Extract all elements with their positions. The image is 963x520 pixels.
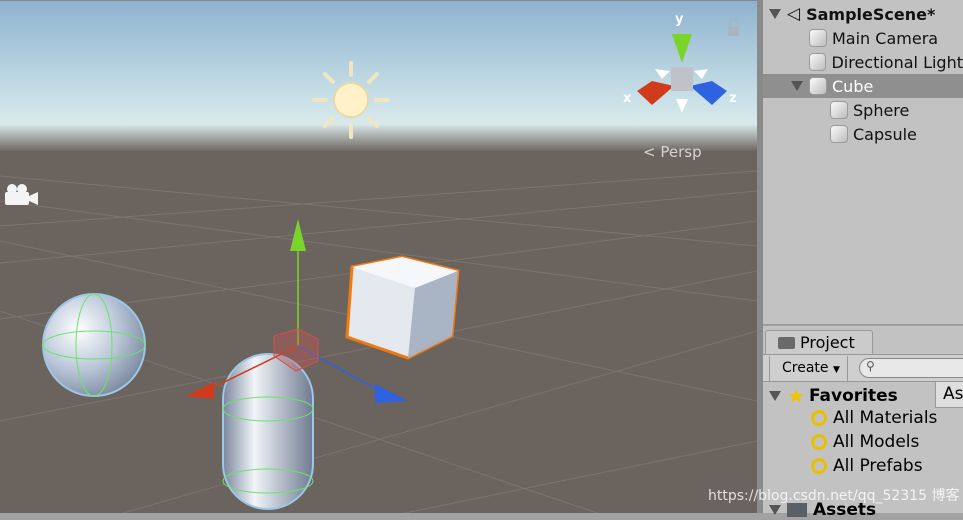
search-filter-icon (811, 410, 827, 426)
create-button[interactable]: Create ▼ (769, 356, 848, 381)
search-icon: ⚲ (866, 359, 875, 373)
scene-root[interactable]: ◁ SampleScene* (769, 2, 963, 26)
gizmo-y-label: y (675, 12, 684, 27)
tab-project[interactable]: Project (765, 330, 873, 355)
projection-toggle[interactable]: < Persp (643, 143, 702, 161)
item-label: Capsule (853, 124, 917, 144)
projection-label: Persp (660, 143, 702, 161)
gizmo-x-label: x (623, 91, 632, 106)
sun-icon[interactable] (312, 61, 390, 139)
favorite-all-materials[interactable]: All Materials (811, 408, 937, 428)
scene-canvas[interactable] (0, 1, 757, 513)
search-filter-icon (811, 458, 827, 474)
favorite-all-models[interactable]: All Models (811, 432, 919, 452)
capsule-object[interactable] (222, 353, 314, 510)
gameobject-icon (809, 53, 827, 71)
item-label: Main Camera (832, 28, 939, 48)
gameobject-icon (830, 101, 848, 119)
item-label: Sphere (853, 100, 910, 120)
scene-name: SampleScene* (806, 4, 936, 24)
folder-icon (778, 337, 795, 349)
watermark: https://blog.csdn.net/qq_52315 博客 (708, 488, 960, 504)
search-filter-icon (811, 434, 827, 450)
expand-arrow-icon[interactable] (769, 9, 781, 19)
favorites-label: Favorites (808, 386, 898, 406)
tab-label: Project (800, 333, 855, 352)
hierarchy-item-main-camera[interactable]: Main Camera (763, 26, 963, 50)
item-label: Directional Light (831, 52, 963, 72)
item-label: Cube (832, 76, 874, 96)
folder-icon (787, 503, 807, 517)
create-label: Create (782, 360, 829, 376)
item-label: All Materials (833, 408, 938, 428)
gizmo-z-label: z (729, 91, 737, 106)
gameobject-icon (809, 29, 827, 47)
hierarchy-item-capsule[interactable]: Capsule (763, 122, 963, 146)
hierarchy-item-sphere[interactable]: Sphere (763, 98, 963, 122)
item-label: All Models (833, 432, 920, 452)
expand-arrow-icon[interactable] (769, 505, 781, 515)
cube-object[interactable] (345, 255, 460, 360)
favorites-folder[interactable]: ★ Favorites (769, 384, 898, 408)
gameobject-icon (809, 77, 827, 95)
unity-logo-icon: ◁ (787, 4, 801, 24)
favorite-all-prefabs[interactable]: All Prefabs (811, 456, 923, 476)
star-icon: ★ (787, 384, 805, 408)
project-toolbar: Create ▼ ⚲ (763, 354, 963, 382)
assets-breadcrumb[interactable]: Assets (935, 381, 963, 408)
hierarchy-item-cube[interactable]: Cube (763, 74, 963, 98)
scene-view[interactable]: y x z < Persp (0, 0, 757, 513)
hierarchy-item-directional-light[interactable]: Directional Light (763, 50, 963, 74)
expand-arrow-icon[interactable] (791, 81, 803, 91)
expand-arrow-icon[interactable] (769, 391, 781, 401)
dropdown-arrow-icon: ▼ (832, 365, 840, 375)
hierarchy-panel: ◁ SampleScene* Main Camera Directional Li… (763, 0, 963, 325)
sphere-object[interactable] (42, 293, 146, 397)
item-label: All Prefabs (833, 456, 923, 476)
gameobject-icon (830, 125, 848, 143)
skybox (0, 1, 757, 151)
chevron-left-icon: < (643, 143, 661, 161)
breadcrumb-label: Assets (943, 384, 963, 404)
search-input[interactable]: ⚲ (859, 358, 963, 378)
